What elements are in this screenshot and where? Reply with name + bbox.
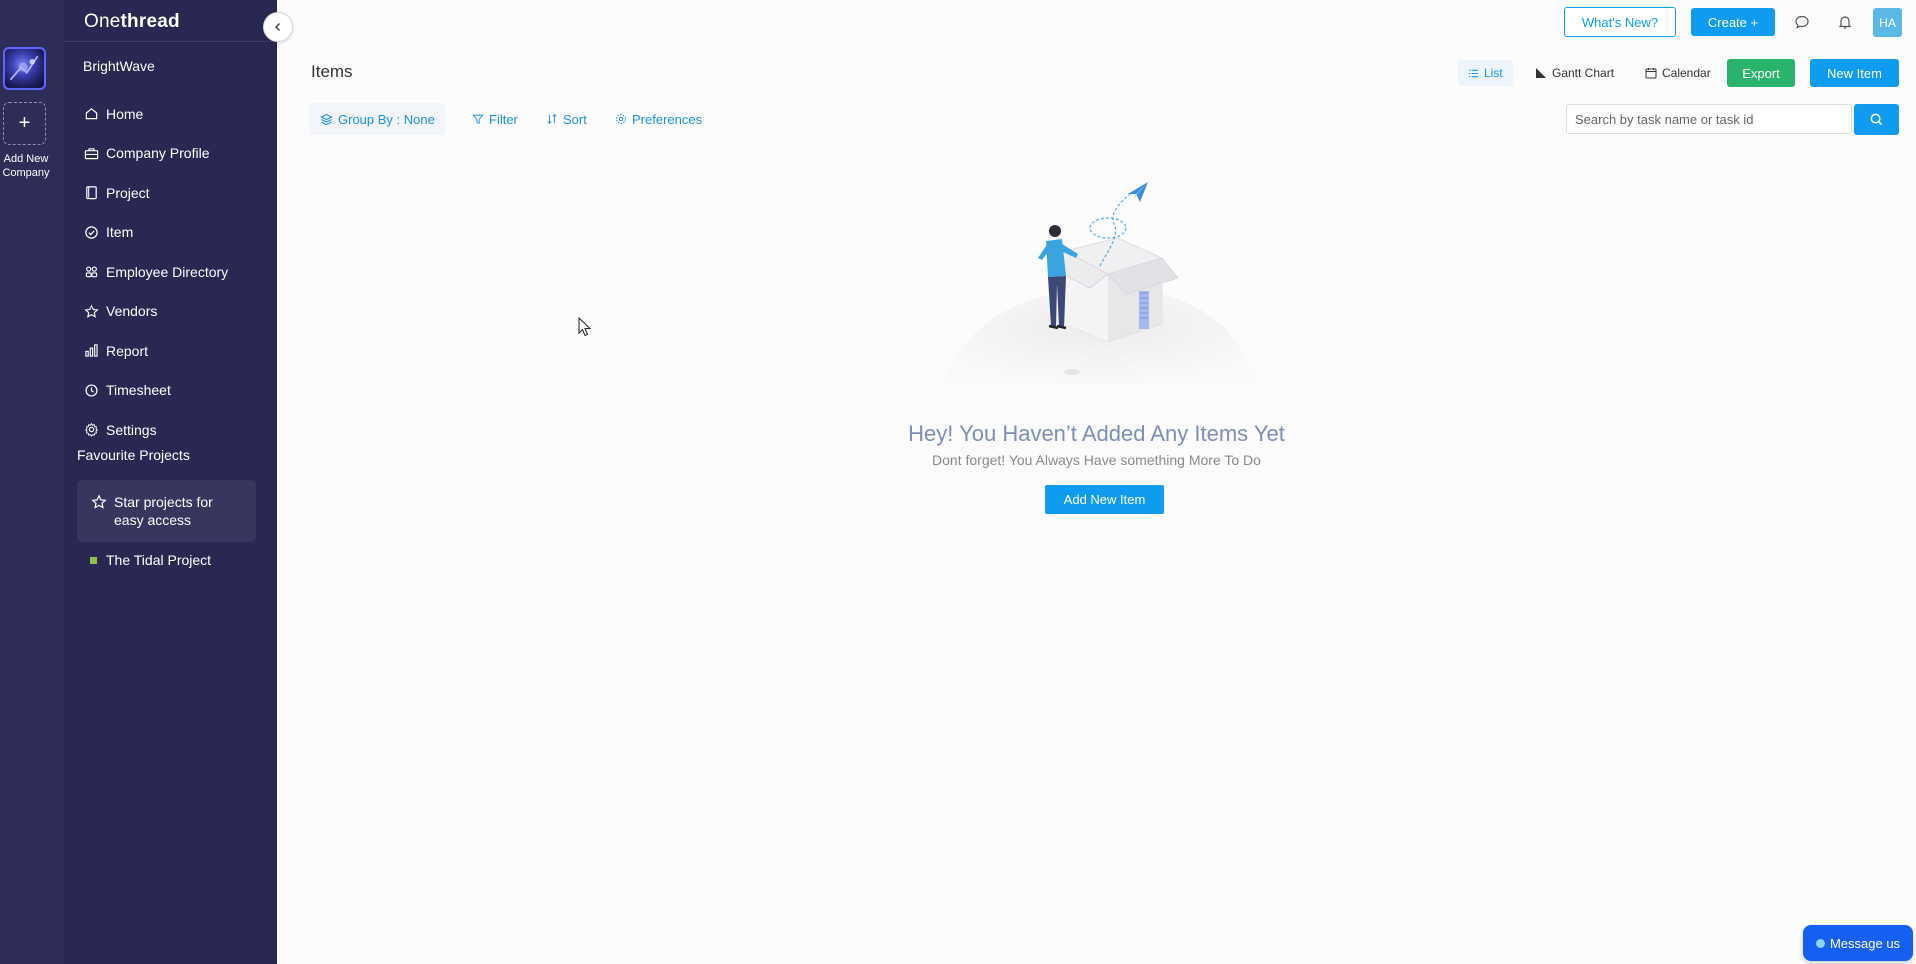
sidebar-item-timesheet[interactable]: Timesheet [83, 371, 273, 411]
sidebar-item-vendors[interactable]: Vendors [83, 292, 273, 332]
sidebar-item-label: Project [106, 184, 150, 201]
empty-state-subtitle: Dont forget! You Always Have something M… [0, 452, 1916, 468]
gear-icon [616, 114, 626, 124]
sidebar-project-tidal[interactable]: The Tidal Project [90, 552, 211, 568]
group-by-value: None [403, 111, 435, 127]
message-us-button[interactable]: Message us [1803, 925, 1913, 961]
document-icon [83, 185, 99, 201]
bell-icon[interactable] [1835, 12, 1855, 32]
add-company-button[interactable]: + [3, 102, 46, 145]
company-rail: + Add New Company [0, 0, 64, 964]
sidebar-item-label: Timesheet [106, 382, 171, 399]
empty-state-title: Hey! You Haven’t Added Any Items Yet [0, 421, 1916, 447]
sidebar-item-home[interactable]: Home [83, 94, 273, 134]
add-company-label: Add New Company [2, 153, 50, 179]
search-input[interactable] [1566, 104, 1852, 134]
chat-dot-icon [1815, 938, 1825, 948]
project-label: The Tidal Project [106, 552, 212, 568]
sidebar-item-item[interactable]: Item [83, 213, 273, 253]
home-icon [83, 106, 99, 122]
preferences-label: Preferences [632, 111, 703, 127]
star-projects-hint: Star projects for easy access [77, 480, 256, 542]
sidebar-item-label: Employee Directory [106, 263, 229, 280]
tab-calendar-label: Calendar [1662, 66, 1711, 80]
workspace-name: BrightWave [83, 58, 155, 74]
check-circle-icon [83, 224, 99, 240]
sidebar-item-label: Home [106, 105, 144, 122]
filter-label: Filter [489, 111, 518, 127]
sidebar-item-report[interactable]: Report [83, 331, 273, 371]
tab-list[interactable]: List [1458, 60, 1513, 86]
filter-icon [472, 114, 484, 125]
users-icon [83, 264, 99, 280]
bar-chart-icon [83, 343, 99, 359]
tab-calendar[interactable]: Calendar [1635, 60, 1721, 86]
sort-button[interactable]: Sort [546, 103, 587, 135]
layers-icon [320, 113, 333, 125]
mouse-cursor-icon [578, 317, 592, 337]
empty-state-illustration [942, 182, 1260, 386]
sidebar-item-employee-directory[interactable]: Employee Directory [83, 252, 273, 292]
list-icon [1468, 69, 1479, 77]
empty-state-subtitle-text: Dont forget! You Always Have something M… [932, 452, 1261, 468]
page-title: Items [311, 62, 353, 81]
export-button[interactable]: Export [1727, 59, 1795, 87]
new-item-button[interactable]: New Item [1810, 59, 1899, 87]
star-icon [83, 303, 99, 319]
project-color-marker [90, 556, 97, 564]
tab-list-label: List [1484, 66, 1503, 80]
sidebar-item-project[interactable]: Project [83, 173, 273, 213]
sidebar-item-label: Report [106, 342, 149, 359]
message-us-label: Message us [1829, 935, 1901, 951]
sidebar-item-label: Company Profile [106, 145, 210, 162]
sidebar-divider [64, 41, 277, 42]
company-logo-image [9, 55, 39, 81]
sidebar-item-label: Item [106, 224, 134, 241]
briefcase-icon [83, 145, 99, 161]
gantt-icon [1536, 68, 1546, 78]
empty-state-title-text: Hey! You Haven’t Added Any Items Yet [908, 421, 1285, 446]
tab-gantt-chart[interactable]: Gantt Chart [1525, 60, 1624, 86]
filter-button[interactable]: Filter [472, 103, 518, 135]
sort-icon [547, 114, 557, 124]
sort-label: Sort [563, 111, 587, 127]
star-projects-text: Star projects for easy access [114, 494, 213, 528]
top-bar: What's New? Create + HA [277, 0, 1916, 42]
calendar-icon [1645, 68, 1657, 79]
preferences-button[interactable]: Preferences [615, 103, 702, 135]
group-by-dropdown[interactable]: Group By : None [310, 103, 445, 135]
sidebar: Onethread BrightWave Home Company Profil… [64, 0, 277, 964]
whats-new-button[interactable]: What's New? [1564, 7, 1676, 37]
create-button[interactable]: Create + [1691, 8, 1775, 36]
search-button[interactable] [1854, 104, 1899, 135]
add-new-item-button[interactable]: Add New Item [1045, 485, 1164, 514]
chat-icon[interactable] [1792, 12, 1812, 32]
company-logo[interactable] [3, 47, 46, 90]
star-outline-icon [91, 494, 107, 510]
group-by-label: Group By : [338, 111, 401, 127]
clock-icon [83, 382, 99, 398]
search-icon [1870, 113, 1883, 126]
user-avatar[interactable]: HA [1873, 8, 1902, 37]
sidebar-item-company-profile[interactable]: Company Profile [83, 134, 273, 174]
plus-icon: + [18, 112, 31, 134]
tab-gantt-label: Gantt Chart [1552, 66, 1615, 80]
app-logo[interactable]: Onethread [84, 11, 180, 33]
sidebar-item-label: Vendors [106, 303, 158, 320]
sidebar-nav: Home Company Profile Project Item Employ… [83, 94, 273, 450]
